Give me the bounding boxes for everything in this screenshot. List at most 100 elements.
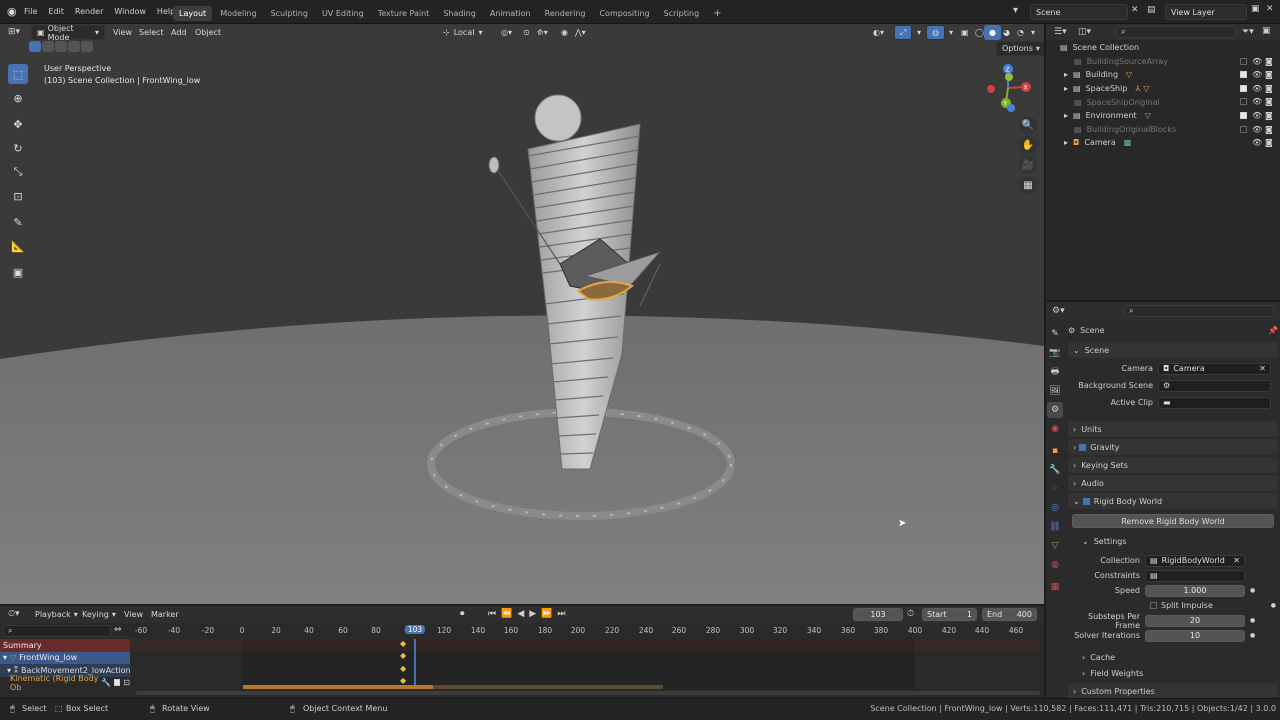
camera-render-icon[interactable]: ◙	[1265, 111, 1273, 120]
prev-keyframe-icon[interactable]: ⏪	[501, 609, 512, 619]
record-icon[interactable]: ⏺	[460, 609, 465, 619]
tab-shading[interactable]: Shading	[437, 6, 482, 21]
exclude-checkbox[interactable]	[1240, 84, 1247, 92]
panel-keying-sets-header[interactable]: › Keying Sets	[1068, 457, 1278, 473]
tab-compositing[interactable]: Compositing	[593, 6, 655, 21]
camera-view-icon[interactable]: 🎥	[1019, 156, 1037, 174]
snap-target-icon[interactable]: ⟰▾	[532, 25, 553, 40]
falloff-icon[interactable]: ⋀▾	[570, 25, 591, 40]
exclude-checkbox[interactable]	[1240, 125, 1247, 133]
menu-file[interactable]: File	[24, 7, 37, 16]
view-layer-selector[interactable]: View Layer	[1165, 4, 1247, 20]
measure-tool-icon[interactable]: 📐	[8, 236, 28, 256]
properties-editor-icon[interactable]: ⚙▾	[1052, 306, 1065, 316]
exclude-checkbox[interactable]	[1240, 57, 1247, 65]
viewport-scene[interactable]	[0, 24, 1044, 604]
transform-tool-icon[interactable]: ⊡	[8, 186, 28, 206]
tab-texture-paint[interactable]: Texture Paint	[372, 6, 436, 21]
physics-tab-icon[interactable]: ◎	[1047, 500, 1063, 516]
cache-subpanel-header[interactable]: › Cache	[1068, 649, 1278, 665]
constraints-tab-icon[interactable]: ⛓	[1047, 519, 1063, 535]
rotate-tool-icon[interactable]: ↻	[8, 138, 28, 158]
mode-selector[interactable]: ▣ Object Mode ▾	[31, 24, 105, 42]
select-box-tool-icon[interactable]: ⬚	[8, 64, 28, 84]
gizmo-toggle-icon[interactable]: ⤢	[894, 25, 913, 40]
modifier-tab-icon[interactable]: 🔧	[1047, 462, 1063, 478]
scene-tab-icon[interactable]: ⚙	[1047, 402, 1063, 418]
exclude-checkbox[interactable]	[1240, 111, 1247, 119]
data-tab-icon[interactable]: ▽	[1047, 538, 1063, 554]
settings-subpanel-header[interactable]: ⌄ Settings	[1068, 533, 1278, 549]
start-frame-field[interactable]: Start 1	[922, 608, 977, 621]
view-layer-tab-icon[interactable]: 🖼	[1047, 383, 1063, 399]
add-workspace-icon[interactable]: +	[707, 5, 727, 22]
blender-logo-icon[interactable]: ◉	[7, 5, 17, 18]
gizmo-neg-z-axis[interactable]	[1007, 104, 1015, 112]
playback-menu[interactable]: Playback ▾	[30, 607, 83, 622]
end-frame-field[interactable]: End 400	[982, 608, 1037, 621]
shading-dropdown-icon[interactable]: ▾	[1026, 25, 1040, 40]
menu-render[interactable]: Render	[75, 7, 103, 16]
properties-search-input[interactable]: ⌕	[1124, 305, 1274, 317]
select-subtract-icon[interactable]	[55, 41, 67, 52]
scene-icon[interactable]: ▾	[1013, 5, 1018, 16]
visibility-icon[interactable]: ◐▾	[868, 25, 889, 40]
channel-checkbox[interactable]	[113, 679, 121, 687]
outliner-item-spaceshiporiginal[interactable]: ▤ SpaceShipOriginal 👁 ◙	[1046, 95, 1280, 109]
eye-icon[interactable]: 👁	[1252, 111, 1262, 120]
outliner-search-input[interactable]: ⌕	[1116, 26, 1236, 38]
keying-menu[interactable]: Keying ▾	[77, 607, 121, 622]
eye-icon[interactable]: 👁	[1252, 57, 1262, 66]
select-intersect-icon[interactable]	[81, 41, 93, 52]
keyframe-dot-icon[interactable]: ●	[1250, 587, 1255, 594]
new-view-layer-icon[interactable]: ▣	[1251, 4, 1260, 14]
speed-field[interactable]: 1.000	[1145, 584, 1245, 597]
keyframe-dot-icon[interactable]: ●	[1250, 632, 1255, 639]
editor-type-icon[interactable]: ⊞▾	[8, 27, 20, 37]
particles-tab-icon[interactable]: ⁘	[1047, 481, 1063, 497]
camera-render-icon[interactable]: ◙	[1265, 57, 1273, 66]
output-tab-icon[interactable]: 🖶	[1047, 364, 1063, 380]
eye-icon[interactable]: 👁	[1252, 84, 1262, 93]
select-extend-icon[interactable]	[42, 41, 54, 52]
gizmo-neg-y-axis[interactable]	[1005, 73, 1013, 81]
material-tab-icon[interactable]: ◍	[1047, 557, 1063, 573]
menu-object[interactable]: Object	[190, 25, 226, 40]
add-cube-tool-icon[interactable]: ▣	[8, 262, 28, 282]
ortho-grid-icon[interactable]: ▦	[1019, 176, 1037, 194]
timeline-editor-icon[interactable]: ⏲▾	[8, 609, 20, 619]
select-new-icon[interactable]	[29, 41, 41, 52]
keyframe-dot-icon[interactable]: ●	[1250, 617, 1255, 624]
preview-range-icon[interactable]: ⏱	[907, 609, 914, 619]
pivot-icon[interactable]: ◎▾	[496, 25, 517, 40]
channel-search-input[interactable]: ⌕	[3, 625, 111, 637]
menu-select[interactable]: Select	[134, 25, 169, 40]
expand-arrow-icon[interactable]: ▸	[1064, 70, 1068, 79]
horizontal-scrollbar[interactable]	[136, 691, 1040, 695]
eye-icon[interactable]: 👁	[1252, 138, 1262, 147]
channel-kinematic[interactable]: Kinematic (Rigid Body Ob 🔧 ⊡	[0, 674, 130, 692]
gizmo-dropdown-icon[interactable]: ▾	[912, 25, 926, 40]
tab-uv-editing[interactable]: UV Editing	[316, 6, 370, 21]
outliner-item-building[interactable]: ▸ ▤ Building ▽ 👁 ◙	[1046, 68, 1280, 82]
panel-rigid-body-world-header[interactable]: ⌄ Rigid Body World	[1068, 493, 1278, 509]
solver-iterations-field[interactable]: 10	[1145, 629, 1245, 642]
background-scene-field[interactable]: ⚙	[1158, 379, 1271, 392]
menu-add[interactable]: Add	[166, 25, 192, 40]
next-keyframe-icon[interactable]: ⏩	[541, 609, 552, 619]
split-impulse-checkbox[interactable]	[1150, 602, 1157, 609]
pin-icon[interactable]: 📌	[1268, 326, 1278, 335]
keyframe-area[interactable]: ◆ ◆ ◆ ◆	[130, 639, 1040, 689]
render-tab-icon[interactable]: 📷	[1047, 345, 1063, 361]
tab-animation[interactable]: Animation	[484, 6, 537, 21]
panel-audio-header[interactable]: › Audio	[1068, 475, 1278, 491]
current-frame-indicator[interactable]: 103	[404, 625, 426, 634]
texture-tab-icon[interactable]: ▦	[1047, 579, 1063, 595]
new-collection-icon[interactable]: ▣	[1262, 26, 1271, 36]
expand-arrow-icon[interactable]: ▸	[1064, 84, 1068, 93]
display-mode-icon[interactable]: ◫▾	[1078, 27, 1091, 37]
camera-field[interactable]: ◘ Camera ✕	[1158, 362, 1271, 375]
outliner-editor-icon[interactable]: ☰▾	[1054, 27, 1067, 37]
keyframe-dot-icon[interactable]: ●	[1271, 602, 1276, 609]
expand-arrow-icon[interactable]: ▸	[1064, 111, 1068, 120]
